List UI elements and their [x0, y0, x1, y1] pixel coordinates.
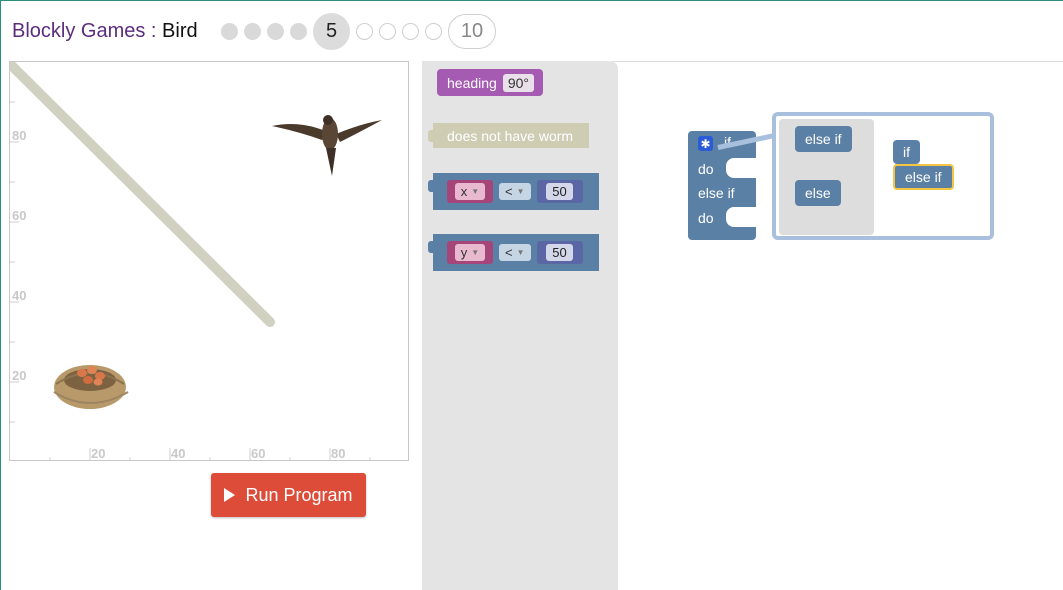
x-variable-block[interactable]: x ▼	[447, 180, 493, 203]
x-tick-label: 80	[331, 446, 345, 461]
mutator-else-if-block[interactable]: else if	[795, 126, 852, 152]
window-left-border	[0, 0, 1, 590]
do-label: do	[698, 161, 714, 177]
x-operator-dropdown[interactable]: < ▼	[499, 183, 531, 200]
variable-name: y	[460, 245, 468, 260]
no-worm-block[interactable]: does not have worm	[428, 123, 589, 148]
last-level-link[interactable]: 10	[448, 13, 496, 49]
y-number-field[interactable]: 50	[546, 244, 573, 261]
level-9-link[interactable]	[425, 22, 442, 40]
mutator-else-block[interactable]: else	[795, 180, 841, 206]
y-variable-dropdown[interactable]: y ▼	[454, 244, 486, 261]
play-icon	[224, 488, 236, 502]
y-tick-label: 80	[12, 128, 26, 143]
x-tick-label: 60	[251, 446, 265, 461]
bird-icon	[272, 115, 382, 176]
y-operator-dropdown[interactable]: < ▼	[499, 244, 531, 261]
heading-block[interactable]: heading 90°	[437, 69, 543, 96]
x-tick-label: 20	[91, 446, 105, 461]
level-4-link[interactable]	[290, 22, 307, 40]
page-header: Blockly Games : Bird	[12, 14, 198, 48]
y-variable-block[interactable]: y ▼	[447, 241, 493, 264]
heading-block-label: heading	[447, 74, 497, 91]
y-tick-label: 60	[12, 208, 26, 223]
run-program-label: Run Program	[245, 484, 353, 505]
nest-icon	[53, 365, 129, 409]
page-title: Blockly Games : Bird	[12, 20, 198, 43]
dropdown-arrow-icon: ▼	[516, 248, 525, 257]
dropdown-arrow-icon: ▼	[471, 248, 480, 257]
y-tick-label: 40	[12, 288, 26, 303]
run-program-button[interactable]: Run Program	[211, 473, 366, 517]
dropdown-arrow-icon: ▼	[471, 187, 480, 196]
dropdown-arrow-icon: ▼	[516, 187, 525, 196]
wall	[10, 62, 275, 327]
game-visualization: 80 60 40 20 20 40 60 80	[9, 61, 409, 461]
do-label: do	[698, 210, 714, 226]
operator-symbol: <	[505, 184, 513, 199]
game-name: Bird	[162, 19, 198, 42]
x-tick-label: 40	[171, 446, 185, 461]
variable-name: x	[460, 184, 468, 199]
window-top-border	[0, 0, 1063, 1]
title-separator: :	[145, 19, 163, 42]
compare-y-block[interactable]: y ▼ < ▼ 50	[428, 234, 599, 271]
app-name-link[interactable]: Blockly Games	[12, 20, 145, 42]
y-tick-label: 20	[12, 368, 26, 383]
level-8-link[interactable]	[402, 22, 419, 40]
level-7-link[interactable]	[379, 22, 396, 40]
else-if-label: else if	[698, 185, 735, 201]
x-variable-dropdown[interactable]: x ▼	[454, 183, 486, 200]
level-3-link[interactable]	[267, 22, 284, 40]
operator-symbol: <	[505, 245, 513, 260]
x-number-field[interactable]: 50	[546, 183, 573, 200]
heading-angle-field[interactable]: 90°	[502, 73, 534, 92]
gear-icon[interactable]: ✱	[698, 136, 713, 151]
bird-map: 80 60 40 20 20 40 60 80	[10, 62, 382, 461]
mutator-stacked-else-if[interactable]: else if	[893, 164, 954, 190]
current-level[interactable]: 5	[313, 12, 350, 50]
mutator-bubble[interactable]: else if else if else if	[772, 112, 994, 240]
level-6-link[interactable]	[356, 22, 373, 40]
statement-slot[interactable]	[726, 207, 756, 227]
level-2-link[interactable]	[244, 22, 261, 40]
y-number-block[interactable]: 50	[536, 241, 583, 264]
level-selector: 5 10	[221, 12, 496, 50]
mutator-if-container[interactable]: if	[893, 140, 920, 164]
x-number-block[interactable]: 50	[536, 180, 583, 203]
level-1-link[interactable]	[221, 22, 238, 40]
no-worm-block-label: does not have worm	[447, 127, 574, 144]
compare-x-block[interactable]: x ▼ < ▼ 50	[428, 173, 599, 210]
statement-slot[interactable]	[726, 158, 756, 178]
